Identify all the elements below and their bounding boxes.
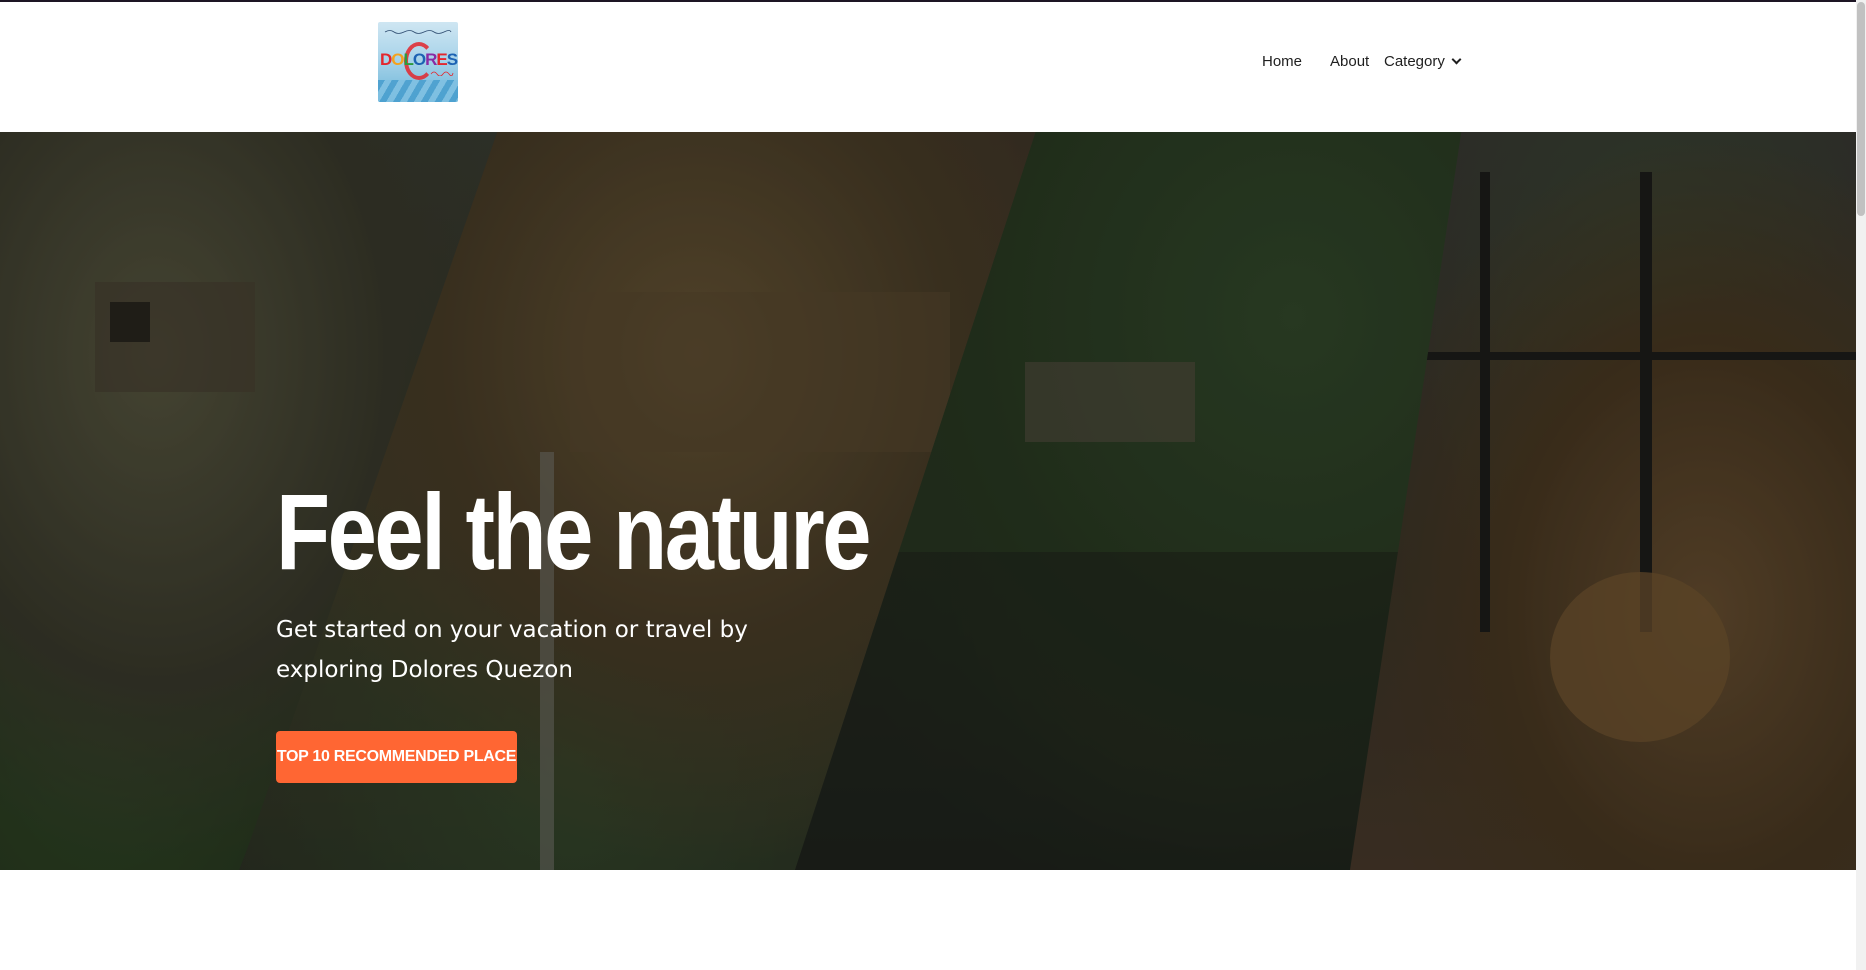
chevron-down-icon [1451,54,1462,65]
nav-about-link[interactable]: About [1330,53,1369,75]
nav-home-link[interactable]: Home [1262,53,1302,75]
scrollbar-thumb[interactable] [1857,2,1865,216]
hero-title: Feel the nature [276,471,871,592]
logo-script [430,71,454,76]
site-header: DOLORES Home About Category [0,2,1856,132]
site-logo[interactable]: DOLORES [378,22,458,102]
top-10-recommended-button[interactable]: TOP 10 RECOMMENDED PLACE [276,731,517,783]
nav-category-dropdown[interactable]: Category [1384,53,1462,75]
logo-waves [378,80,458,102]
logo-wordmark: DOLORES [380,50,458,69]
hero-section: Feel the nature Get started on your vaca… [0,132,1856,870]
page-scrollbar[interactable] [1856,0,1866,970]
nav-category-label: Category [1384,53,1445,70]
logo-tagline [384,30,452,34]
hero-subtitle: Get started on your vacation or travel b… [276,617,748,683]
